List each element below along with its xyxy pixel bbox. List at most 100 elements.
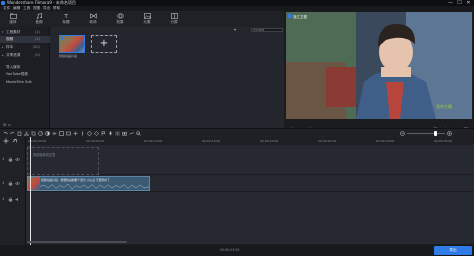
watermark-left: 浙江卫视	[293, 14, 307, 19]
project-duration: 00:00:24:20	[220, 248, 240, 252]
audio-ducking-icon[interactable]	[129, 131, 134, 136]
svg-text:T: T	[63, 14, 68, 19]
tab-audio[interactable]: 音频	[28, 12, 50, 27]
add-track-icon[interactable]	[3, 138, 9, 144]
media-clip-thumbnail[interactable]	[59, 35, 85, 53]
timeline-video-clip[interactable]: 视频动画片段 - 我要快进的那个部分 小心点 不要剪掉了	[27, 176, 150, 191]
lock-icon[interactable]	[8, 197, 13, 202]
tab-transitions-label: 转场	[89, 20, 97, 24]
stabilize-icon[interactable]	[87, 131, 92, 136]
track-number: 1	[2, 181, 5, 185]
video-frame-image: 浙江卫视 我的主播	[286, 12, 472, 119]
zoom-slider[interactable]	[407, 133, 445, 134]
track-header-overlay: 1	[0, 145, 26, 175]
zoom-slider-handle[interactable]	[434, 131, 437, 136]
mixer-icon[interactable]	[115, 131, 120, 136]
speaker-icon[interactable]	[15, 197, 20, 202]
sidebar-item-label: YouTube视频	[6, 72, 28, 76]
import-media-button[interactable]: +	[91, 35, 117, 53]
crop-icon[interactable]	[31, 131, 36, 136]
filter-icon	[116, 13, 124, 19]
snapshot-timeline-icon[interactable]	[122, 131, 127, 136]
sidebar-item-label: 视频	[6, 37, 14, 41]
ruler-label: 00:00:25:00	[318, 139, 337, 143]
track-number: 1	[2, 197, 5, 201]
link-icon[interactable]	[12, 138, 18, 144]
media-clip-name: 视频动画片段	[59, 54, 78, 58]
watermark-right: 我的主播	[436, 103, 452, 109]
zoom-in-timeline-icon[interactable]	[447, 131, 452, 136]
transition-icon	[89, 13, 97, 19]
drop-zone[interactable]: 拖放媒体到这里	[27, 147, 99, 175]
chevron-down-icon: ▾	[2, 30, 4, 34]
timeline-toolbar	[0, 128, 474, 155]
drop-zone-hint: 拖放媒体到这里	[33, 153, 56, 157]
tab-effects[interactable]: 效果	[109, 12, 131, 27]
clip-label: 视频动画片段 - 我要快进的那个部分 小心点 不要剪掉了	[41, 178, 110, 182]
preview-video: 浙江卫视 我的主播	[286, 12, 472, 119]
sidebar-item-videos[interactable]: 视频 (1)	[0, 36, 50, 43]
timeline-ruler[interactable]: 00:00:00:00 00:00:05:00 00:00:10:00 00:0…	[26, 137, 474, 145]
sidebar-item-sdk[interactable]: MovieFilm Sdk	[0, 79, 50, 86]
sidebar-item-samples[interactable]: ▸ 样本 (20)	[0, 44, 50, 51]
sidebar-item-youtube[interactable]: YouTube视频	[0, 71, 50, 78]
sidebar-item-label: 共享资源	[6, 53, 21, 57]
timeline-scrollbar[interactable]	[27, 241, 127, 243]
green-screen-icon[interactable]	[66, 131, 71, 136]
undo-icon[interactable]	[3, 131, 8, 136]
track-header-video: 1	[0, 175, 26, 192]
marker-icon[interactable]	[101, 131, 106, 136]
sidebar-item-count: (20)	[32, 45, 40, 49]
check-icon	[61, 37, 64, 40]
audio-icon[interactable]	[52, 131, 57, 136]
delete-icon[interactable]	[17, 131, 22, 136]
speed-icon[interactable]	[38, 131, 43, 136]
tab-elements[interactable]: 元素	[136, 12, 158, 27]
keyframe-icon[interactable]	[94, 131, 99, 136]
track-header-audio: 1	[0, 192, 26, 245]
lock-icon[interactable]	[8, 157, 13, 162]
chevron-right-icon: ▸	[2, 53, 4, 57]
ruler-label: 00:00:35:00	[434, 139, 453, 143]
zoom-out-timeline-icon[interactable]	[400, 131, 405, 136]
folder-icon	[9, 13, 17, 19]
sidebar-item-label: 工程素材	[6, 30, 21, 34]
ruler-label: 00:00:15:00	[202, 139, 221, 143]
tab-titles[interactable]: T 标题	[55, 12, 77, 27]
tab-media[interactable]: 媒体	[2, 12, 24, 27]
eye-icon[interactable]	[15, 181, 20, 186]
sidebar-item-project-media[interactable]: ▾ 工程素材 (1)	[0, 29, 50, 36]
lock-icon[interactable]	[8, 181, 13, 186]
export-button[interactable]: 导出	[434, 246, 472, 255]
sidebar-item-import[interactable]: 导入媒体	[0, 64, 50, 71]
tab-split-screen[interactable]: 分屏	[163, 12, 185, 27]
search-input[interactable]: 搜索媒体	[251, 28, 283, 32]
zoom-out-icon[interactable]	[136, 131, 141, 136]
color-icon[interactable]	[45, 131, 50, 136]
tab-transitions[interactable]: 转场	[82, 12, 104, 27]
voiceover-icon[interactable]	[108, 131, 113, 136]
app-logo-icon	[1, 1, 5, 5]
sidebar-item-shared[interactable]: ▸ 共享资源 (0)	[0, 52, 50, 59]
ruler-label: 00:00:30:00	[376, 139, 395, 143]
split-screen-icon	[170, 13, 178, 19]
preview-panel: 浙江卫视 我的主播	[284, 11, 474, 133]
tab-effects-label: 效果	[116, 20, 124, 24]
sort-dropdown[interactable]: ▾	[234, 27, 236, 32]
sidebar-item-label: MovieFilm Sdk	[6, 80, 32, 84]
zoom-fit-icon[interactable]	[59, 131, 64, 136]
tab-media-label: 媒体	[9, 20, 17, 24]
sidebar-footer-icons[interactable]: ⊞ ▭	[3, 122, 11, 127]
audio-track[interactable]	[26, 192, 474, 245]
split-icon[interactable]	[80, 131, 85, 136]
detach-audio-icon[interactable]	[73, 131, 78, 136]
image-icon	[143, 13, 151, 19]
ruler-label: 00:00:05:00	[86, 139, 105, 143]
eye-icon[interactable]	[15, 157, 20, 162]
sidebar-item-count: (1)	[34, 37, 40, 41]
redo-icon[interactable]	[10, 131, 15, 136]
ruler-label: 00:00:20:00	[260, 139, 279, 143]
playhead[interactable]	[30, 137, 31, 245]
tab-audio-label: 音频	[35, 20, 43, 24]
cut-icon[interactable]	[24, 131, 29, 136]
